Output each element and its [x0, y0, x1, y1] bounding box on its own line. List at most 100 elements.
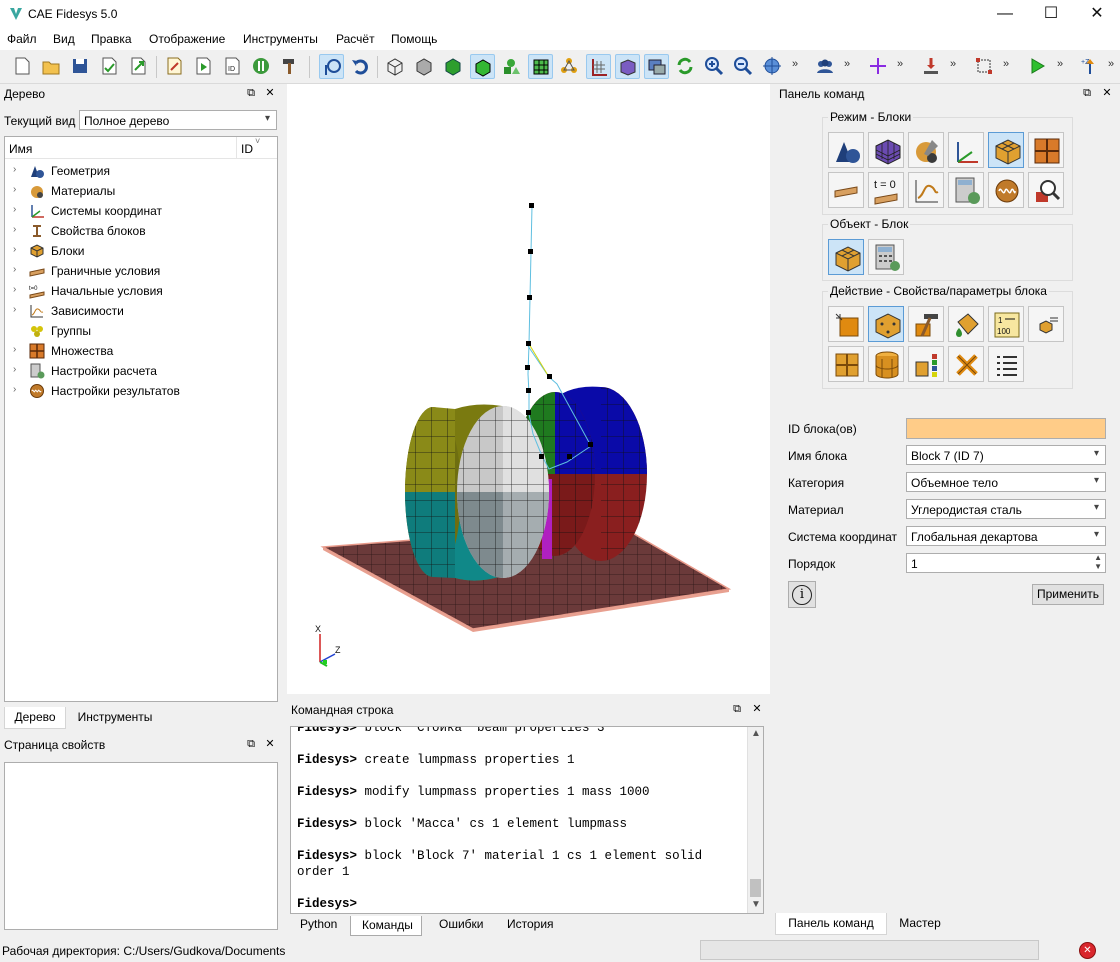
- tree-item[interactable]: › Свойства блоков: [5, 221, 275, 241]
- tree-item[interactable]: › t=0 Начальные условия: [5, 281, 275, 301]
- chevron-right-icon[interactable]: ›: [13, 164, 16, 175]
- toolbar-more-2[interactable]: »: [844, 58, 850, 70]
- tab-tree[interactable]: Дерево: [4, 707, 66, 729]
- close-panel-icon[interactable]: ✕: [263, 86, 277, 100]
- command-output[interactable]: Fidesys> block 'Стойка' beam properties …: [290, 726, 764, 914]
- current-view-select[interactable]: Полное дерево ▾: [79, 110, 277, 130]
- geometry-mode-icon[interactable]: [828, 132, 864, 168]
- info-button[interactable]: i: [788, 581, 816, 608]
- dependencies-mode-icon[interactable]: [908, 172, 944, 208]
- grid-axes-icon[interactable]: [586, 54, 611, 79]
- scrollbar-thumb[interactable]: [750, 879, 761, 897]
- close-panel-icon[interactable]: ✕: [750, 702, 764, 716]
- close-panel-icon[interactable]: ✕: [263, 737, 277, 751]
- block-properties-icon[interactable]: [868, 306, 904, 342]
- view-direction-icon[interactable]: +Z: [1078, 54, 1103, 79]
- mesh-mode-icon[interactable]: [868, 132, 904, 168]
- pause-icon[interactable]: [249, 54, 274, 79]
- wireframe-view-icon[interactable]: [383, 54, 408, 79]
- mesh-view-icon[interactable]: [528, 54, 553, 79]
- hammer-icon[interactable]: [278, 54, 303, 79]
- vertical-scrollbar[interactable]: ▲ ▼: [747, 727, 763, 913]
- toolbar-more-1[interactable]: »: [792, 58, 798, 70]
- load-icon[interactable]: [919, 54, 944, 79]
- tab-python[interactable]: Python: [300, 917, 337, 931]
- coordinate-system-select[interactable]: Глобальная декартова ▾: [906, 526, 1106, 546]
- float-panel-icon[interactable]: ⧉: [244, 737, 258, 751]
- scroll-up-icon[interactable]: ▲: [751, 728, 761, 739]
- minimize-button[interactable]: —: [982, 0, 1028, 29]
- select-mode-icon[interactable]: [319, 54, 344, 79]
- tab-wizard[interactable]: Мастер: [887, 913, 953, 935]
- tab-commands[interactable]: Команды: [362, 918, 413, 932]
- chevron-right-icon[interactable]: ›: [13, 284, 16, 295]
- tree-item[interactable]: › Зависимости: [5, 301, 275, 321]
- import-icon[interactable]: [97, 54, 122, 79]
- edit-script-icon[interactable]: [162, 54, 187, 79]
- chevron-right-icon[interactable]: ›: [13, 244, 16, 255]
- chevron-right-icon[interactable]: ›: [13, 184, 16, 195]
- chevron-right-icon[interactable]: ›: [13, 224, 16, 235]
- chevron-right-icon[interactable]: ›: [13, 344, 16, 355]
- shaded-edges-icon[interactable]: [470, 54, 495, 79]
- delete-block-icon[interactable]: [948, 346, 984, 382]
- tab-command-panel[interactable]: Панель команд: [775, 913, 887, 935]
- toolbar-more-5[interactable]: »: [1003, 58, 1009, 70]
- order-spinbox[interactable]: 1 ▲ ▼: [906, 553, 1106, 573]
- block-tool-icon[interactable]: [908, 306, 944, 342]
- block-colors-icon[interactable]: [908, 346, 944, 382]
- chevron-right-icon[interactable]: ›: [13, 364, 16, 375]
- cylinder-block-icon[interactable]: [868, 346, 904, 382]
- users-group-icon[interactable]: [813, 54, 838, 79]
- tree-item[interactable]: › Блоки: [5, 241, 275, 261]
- chevron-right-icon[interactable]: ›: [13, 304, 16, 315]
- category-select[interactable]: Объемное тело ▾: [906, 472, 1106, 492]
- tree-item[interactable]: › Граничные условия: [5, 261, 275, 281]
- zoom-out-icon[interactable]: [731, 54, 756, 79]
- tree-item[interactable]: › Настройки результатов: [5, 381, 275, 401]
- menu-file[interactable]: Файл: [7, 32, 37, 46]
- block-list-small-icon[interactable]: [1028, 306, 1064, 342]
- chevron-right-icon[interactable]: ›: [13, 264, 16, 275]
- tree-item[interactable]: › Множества: [5, 341, 275, 361]
- tree-item[interactable]: › Настройки расчета: [5, 361, 275, 381]
- error-indicator-icon[interactable]: ✕: [1079, 942, 1096, 959]
- refresh-icon[interactable]: [673, 54, 698, 79]
- menu-edit[interactable]: Правка: [91, 32, 132, 46]
- tree-view[interactable]: Имя ID ˅ › Геометрия › Материалы › Системы ко…: [4, 136, 278, 702]
- spin-up-icon[interactable]: ▲: [1094, 553, 1102, 562]
- blocks-mode-icon[interactable]: [988, 132, 1024, 168]
- chevron-right-icon[interactable]: ›: [13, 384, 16, 395]
- scroll-down-icon[interactable]: ▼: [751, 899, 761, 910]
- column-name-header[interactable]: Имя: [9, 142, 32, 156]
- maximize-button[interactable]: ☐: [1028, 0, 1074, 29]
- graphics-viewport[interactable]: X Z: [287, 84, 770, 694]
- split-block-icon[interactable]: [828, 346, 864, 382]
- close-panel-icon[interactable]: ✕: [1100, 86, 1114, 100]
- save-icon[interactable]: [68, 54, 93, 79]
- tree-item[interactable]: › Материалы: [5, 181, 275, 201]
- object-calculator-icon[interactable]: [868, 239, 904, 275]
- nodes-view-icon[interactable]: [557, 54, 582, 79]
- open-folder-icon[interactable]: [39, 54, 64, 79]
- menu-calculation[interactable]: Расчёт: [336, 32, 375, 46]
- perspective-cube-icon[interactable]: [615, 54, 640, 79]
- spin-down-icon[interactable]: ▼: [1094, 562, 1102, 571]
- run-script-icon[interactable]: [191, 54, 216, 79]
- toolbar-more-4[interactable]: »: [950, 58, 956, 70]
- tab-tools[interactable]: Инструменты: [66, 707, 164, 729]
- toolbar-more-6[interactable]: »: [1057, 58, 1063, 70]
- menu-display[interactable]: Отображение: [149, 32, 225, 46]
- materials-mode-icon[interactable]: [908, 132, 944, 168]
- export-icon[interactable]: [126, 54, 151, 79]
- sets-mode-icon[interactable]: [1028, 132, 1064, 168]
- tree-item[interactable]: › Геометрия: [5, 161, 275, 181]
- menu-view[interactable]: Вид: [53, 32, 75, 46]
- list-blocks-icon[interactable]: [988, 346, 1024, 382]
- float-panel-icon[interactable]: ⧉: [244, 86, 258, 100]
- shaded-icon[interactable]: [441, 54, 466, 79]
- run-calculation-icon[interactable]: [1025, 54, 1050, 79]
- coordinate-systems-mode-icon[interactable]: [948, 132, 984, 168]
- tab-history[interactable]: История: [507, 917, 554, 931]
- crosshair-icon[interactable]: [866, 54, 891, 79]
